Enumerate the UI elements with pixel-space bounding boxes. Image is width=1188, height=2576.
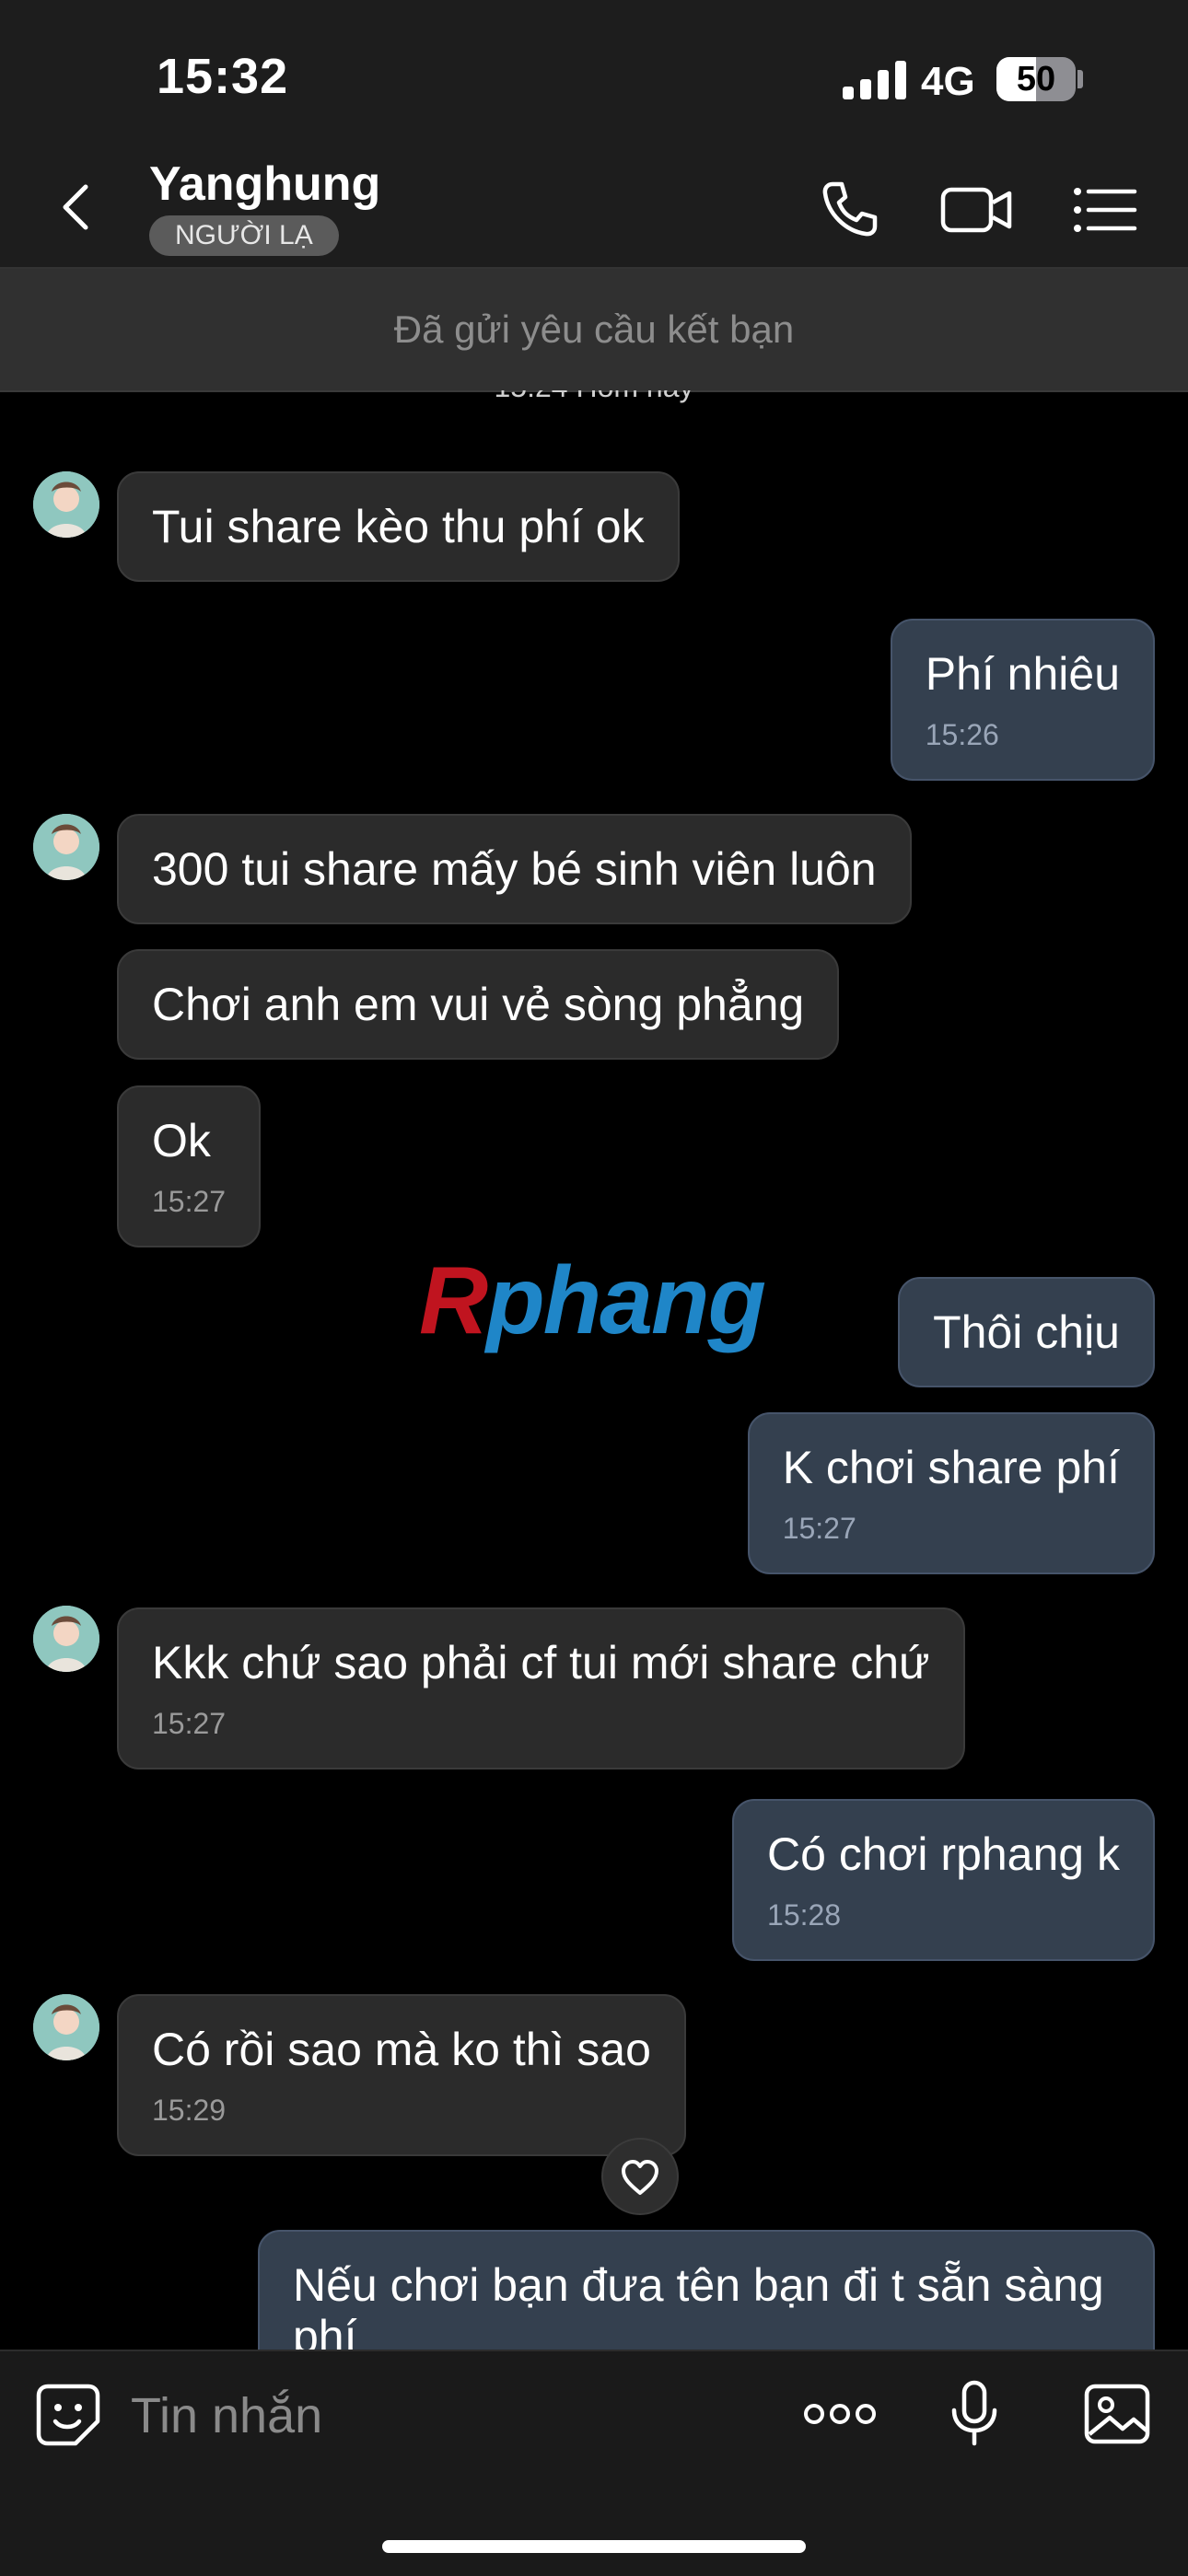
- friend-request-banner: Đã gửi yêu cầu kết bạn: [0, 269, 1188, 392]
- message-text: Nếu chơi bạn đưa tên bạn đi t sẵn sàng p…: [293, 2259, 1104, 2350]
- call-button[interactable]: [812, 173, 886, 247]
- signal-strength-icon: [843, 61, 907, 99]
- avatar-image: [33, 1994, 99, 2060]
- message-text: Ok: [152, 1115, 211, 1166]
- more-dots-icon: [804, 2404, 876, 2424]
- message-time: 15:27: [152, 1707, 227, 1740]
- message-text: 300 tui share mấy bé sinh viên luôn: [152, 843, 877, 895]
- message-time: 15:29: [152, 2094, 227, 2127]
- message-text: Có rồi sao mà ko thì sao: [152, 2024, 651, 2075]
- message-input[interactable]: [129, 2375, 777, 2456]
- message-bubble-incoming[interactable]: Có rồi sao mà ko thì sao 15:29: [117, 1994, 686, 2156]
- message-text: Kkk chứ sao phải cf tui mới share chứ: [152, 1637, 930, 1688]
- battery-icon: 50: [996, 57, 1076, 101]
- sticker-button[interactable]: [33, 2379, 103, 2449]
- video-call-button[interactable]: [939, 173, 1015, 247]
- watermark-logo: Rphang: [419, 1247, 766, 1354]
- message-list[interactable]: 15:24 Hôm nay Tui share kèo thu phí ok P…: [0, 390, 1188, 2350]
- avatar-image: [33, 814, 99, 880]
- message-bubble-incoming[interactable]: Tui share kèo thu phí ok: [117, 471, 680, 582]
- list-menu-icon: [1074, 188, 1137, 232]
- stranger-badge: NGƯỜI LẠ: [149, 215, 339, 256]
- message-time: 15:27: [152, 1185, 227, 1218]
- message-text: Chơi anh em vui vẻ sòng phẳng: [152, 979, 805, 1030]
- message-time: 15:28: [767, 1898, 842, 1932]
- network-type: 4G: [921, 59, 975, 104]
- avatar[interactable]: [33, 1994, 99, 2060]
- message-bubble-outgoing[interactable]: Thôi chịu: [898, 1277, 1155, 1387]
- back-button[interactable]: [51, 180, 106, 235]
- home-indicator: [382, 2540, 806, 2553]
- message-bubble-outgoing[interactable]: Nếu chơi bạn đưa tên bạn đi t sẵn sàng p…: [258, 2230, 1155, 2350]
- microphone-icon: [951, 2380, 997, 2446]
- menu-button[interactable]: [1068, 173, 1142, 247]
- react-button[interactable]: [601, 2138, 679, 2215]
- battery-cap: [1077, 70, 1083, 88]
- status-time: 15:32: [157, 49, 289, 104]
- message-bubble-outgoing[interactable]: K chơi share phí 15:27: [747, 1412, 1155, 1574]
- more-button[interactable]: [801, 2379, 879, 2449]
- message-bubble-outgoing[interactable]: Có chơi rphang k 15:28: [732, 1799, 1155, 1961]
- avatar-image: [33, 1606, 99, 1672]
- chat-header: Yanghung NGƯỜI LẠ: [0, 147, 1188, 269]
- sticker-emoji-icon: [36, 2384, 100, 2446]
- chevron-left-icon: [63, 184, 88, 230]
- date-separator: 15:24 Hôm nay: [0, 390, 1188, 404]
- avatar[interactable]: [33, 471, 99, 538]
- phone-icon: [822, 181, 878, 237]
- message-bubble-outgoing[interactable]: Phí nhiêu 15:26: [890, 619, 1155, 781]
- video-camera-icon: [940, 187, 1012, 233]
- message-bubble-incoming[interactable]: Kkk chứ sao phải cf tui mới share chứ 15…: [117, 1607, 965, 1770]
- message-text: Thôi chịu: [933, 1306, 1120, 1358]
- avatar[interactable]: [33, 1606, 99, 1672]
- message-bubble-incoming[interactable]: Chơi anh em vui vẻ sòng phẳng: [117, 949, 840, 1060]
- image-icon: [1084, 2384, 1150, 2444]
- message-bubble-incoming[interactable]: 300 tui share mấy bé sinh viên luôn: [117, 814, 912, 924]
- heart-icon: [622, 2160, 658, 2195]
- contact-name[interactable]: Yanghung: [149, 157, 380, 212]
- avatar-image: [33, 471, 99, 538]
- status-bar: 15:32 4G 50: [0, 0, 1188, 147]
- message-time: 15:26: [925, 718, 999, 751]
- message-time: 15:27: [782, 1512, 856, 1545]
- avatar[interactable]: [33, 814, 99, 880]
- battery-level: 50: [1016, 60, 1056, 99]
- image-picker-button[interactable]: [1082, 2379, 1152, 2449]
- message-text: Có chơi rphang k: [767, 1828, 1120, 1880]
- message-bubble-incoming[interactable]: Ok 15:27: [117, 1085, 262, 1247]
- message-text: Tui share kèo thu phí ok: [152, 501, 645, 552]
- message-text: K chơi share phí: [782, 1442, 1120, 1493]
- voice-record-button[interactable]: [939, 2379, 1009, 2449]
- message-text: Phí nhiêu: [925, 648, 1120, 700]
